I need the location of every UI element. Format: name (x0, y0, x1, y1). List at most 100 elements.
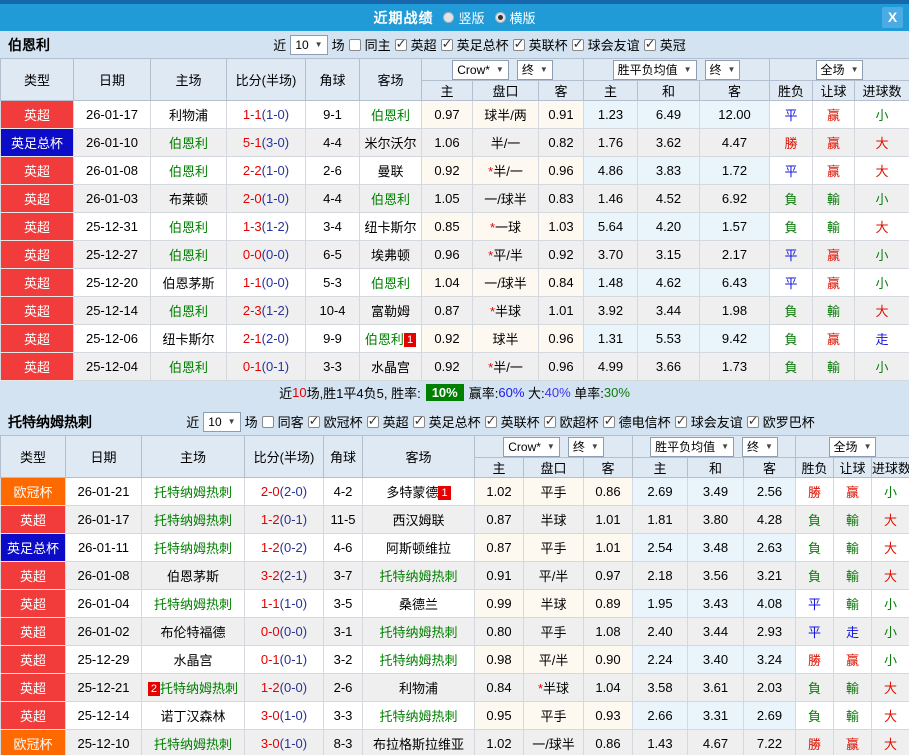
league-checkbox-label: 英足总杯 (428, 415, 481, 430)
mean-draw: 4.62 (637, 268, 700, 297)
team-name: 布莱顿 (168, 192, 208, 207)
result-wdl: 負 (795, 505, 835, 534)
league-checkbox[interactable] (674, 413, 687, 429)
match-row: 英超 25-12-06 纽卡斯尔 2-1(2-0) 9-9 伯恩利 1 0.92 球半 0.96 1… (0, 324, 909, 353)
league-checkbox[interactable] (412, 413, 425, 429)
handicap-text: 半/一 (493, 360, 523, 375)
radio-unselected-icon[interactable] (443, 12, 455, 23)
result-goals: 大 (871, 729, 909, 755)
halftime-score: (0-1) (279, 652, 308, 667)
match-row: 英超 26-01-08 伯恩茅斯 3-2(2-1) 3-7 托特纳姆热刺 0.91 平/半 0.… (0, 561, 909, 590)
same-venue-checkbox[interactable] (261, 415, 274, 428)
team-name: 伯恩利 (370, 276, 410, 291)
halftime-score: (0-0) (279, 624, 308, 639)
same-venue-label: 同客 (277, 415, 304, 430)
corners: 3-1 (323, 617, 363, 646)
league-checkbox[interactable] (571, 36, 584, 52)
result-handicap: 赢 (833, 729, 873, 755)
team-name: 水晶宫 (173, 653, 213, 668)
result-handicap: 輸 (812, 212, 856, 241)
corners: 8-3 (323, 729, 363, 755)
team-name: 伯恩利 (168, 220, 208, 235)
match-date: 26-01-08 (73, 156, 151, 185)
match-row: 英超 25-12-14 伯恩利 2-3(1-2) 10-4 富勒姆 0.87 *半球 1.01 3… (0, 296, 909, 325)
chevron-down-icon: ▼ (590, 441, 599, 451)
odds-home: 0.87 (474, 533, 524, 562)
mean-away: 7.22 (742, 729, 797, 755)
sub-header-2: 客 (538, 80, 584, 101)
score: 2-2(1-0) (226, 156, 306, 185)
league-checkbox[interactable] (512, 36, 525, 52)
layout-radio-vertical[interactable]: 竖版 (443, 8, 485, 27)
league-checkbox[interactable] (484, 413, 497, 429)
radio-selected-icon[interactable] (494, 12, 506, 23)
close-button[interactable]: X (882, 7, 903, 28)
same-venue-checkbox[interactable] (348, 38, 361, 51)
odds-home: 0.92 (421, 324, 473, 353)
corners: 4-2 (323, 477, 363, 506)
mean-stage-select[interactable]: 终 ▼ (704, 59, 741, 80)
sections-container: 伯恩利近10▼场同主英超英足总杯英联杯球会友谊英冠类型日期主场比分(半场)角球客… (0, 31, 909, 755)
league-checkbox-label: 球会友谊 (690, 415, 743, 430)
odds-stage-select[interactable]: 终 ▼ (516, 59, 553, 80)
odds-home: 0.80 (474, 617, 524, 646)
odds-away: 0.86 (583, 477, 633, 506)
corners: 11-5 (323, 505, 363, 534)
match-row: 英超 25-12-04 伯恩利 0-1(0-1) 3-3 水晶宫 0.92 *半/一 0.96 4… (0, 352, 909, 381)
sub-header-0: 主 (421, 80, 473, 101)
league-checkbox[interactable] (746, 413, 759, 429)
league-checkbox-label: 英超 (382, 415, 409, 430)
match-date: 25-12-04 (73, 352, 151, 381)
team-name: 托特纳姆热刺 (153, 737, 232, 752)
result-wdl: 平 (769, 240, 814, 269)
mean-home: 2.54 (632, 533, 688, 562)
halftime-score: (2-0) (261, 331, 290, 346)
team-name: 托特纳姆热刺 (153, 485, 232, 500)
match-row: 英超 26-01-02 布伦特福德 0-0(0-0) 3-1 托特纳姆热刺 0.80 平手 1.… (0, 617, 909, 646)
games-label: 场 (244, 415, 258, 430)
scope-select[interactable]: 全场 ▼ (828, 436, 877, 457)
result-handicap: 赢 (812, 128, 856, 157)
away-team: 曼联 (359, 156, 422, 185)
league-checkbox[interactable] (394, 36, 407, 52)
match-date: 26-01-17 (65, 505, 142, 534)
odds-company-select-value: Crow* (457, 62, 490, 77)
result-handicap: 輸 (833, 673, 873, 702)
halftime-score: (1-2) (261, 303, 290, 318)
league-checkbox[interactable] (543, 413, 556, 429)
league-checkbox[interactable] (602, 413, 615, 429)
mean-draw: 3.40 (687, 645, 744, 674)
scope-select[interactable]: 全场 ▼ (815, 59, 864, 80)
home-team: 托特纳姆热刺 (141, 589, 245, 618)
layout-radio-horizontal[interactable]: 横版 (494, 8, 536, 27)
result-handicap: 赢 (833, 477, 873, 506)
league-checkbox[interactable] (307, 413, 320, 429)
mean-stage-select[interactable]: 终 ▼ (742, 436, 778, 457)
team-name: 埃弗顿 (370, 248, 410, 263)
mean-away: 1.72 (698, 156, 771, 185)
result-goals: 走 (854, 324, 909, 353)
match-date: 26-01-02 (65, 617, 142, 646)
home-team: 伯恩利 (150, 296, 227, 325)
match-count-select[interactable]: 10 ▼ (290, 34, 328, 55)
league-checkbox[interactable] (643, 36, 656, 52)
odds-company-select[interactable]: Crow* ▼ (452, 59, 509, 80)
score: 1-1(1-0) (244, 589, 324, 618)
team-name: 布拉格斯拉维亚 (372, 737, 464, 752)
mean-odds-select[interactable]: 胜平负均值 ▼ (612, 59, 697, 80)
match-count-select[interactable]: 10 ▼ (203, 411, 241, 432)
league-checkbox[interactable] (366, 413, 379, 429)
league-checkbox[interactable] (440, 36, 453, 52)
fulltime-score: 1-2 (260, 540, 280, 555)
league-badge: 英超 (0, 505, 66, 534)
odds-company-select[interactable]: Crow* ▼ (503, 436, 560, 457)
odds-stage-select[interactable]: 终 ▼ (567, 436, 604, 457)
mean-odds-select[interactable]: 胜平负均值 ▼ (650, 436, 734, 457)
mean-away: 9.42 (698, 324, 771, 353)
sub-header-0: 主 (474, 457, 524, 478)
handicap: *一球 (472, 212, 539, 241)
halftime-score: (0-0) (261, 275, 290, 290)
odds-home: 0.87 (474, 505, 524, 534)
team-name: 米尔沃尔 (364, 136, 417, 151)
odds-home: 0.91 (474, 561, 524, 590)
